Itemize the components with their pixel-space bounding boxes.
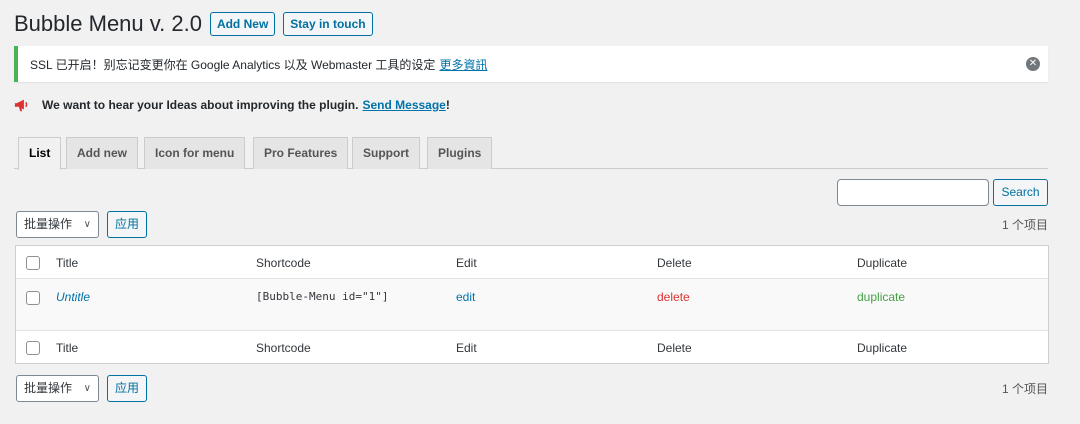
row-title-link[interactable]: Untitle: [56, 290, 90, 304]
tab-pro-features[interactable]: Pro Features: [253, 137, 349, 169]
tab-bar: List Add new Icon for menu Pro Features …: [14, 137, 1048, 170]
bulk-action-select[interactable]: 批量操作 ∨: [16, 211, 99, 238]
ideas-suffix: !: [445, 98, 450, 112]
tab-icon-for-menu[interactable]: Icon for menu: [144, 137, 246, 169]
menu-table: Title Shortcode Edit Delete Duplicate Un…: [15, 245, 1049, 364]
row-delete-link[interactable]: delete: [657, 290, 690, 304]
column-duplicate: Duplicate: [857, 256, 908, 270]
bulk-action-select-bottom[interactable]: 批量操作 ∨: [16, 375, 99, 402]
search-button[interactable]: Search: [993, 179, 1048, 206]
footer-column-edit: Edit: [456, 341, 477, 355]
row-shortcode: [Bubble-Menu id="1"]: [256, 290, 389, 303]
more-info-link[interactable]: 更多資訊: [439, 56, 487, 73]
apply-button-bottom[interactable]: 应用: [107, 375, 147, 402]
ssl-notice: SSL 已开启！别忘记变更你在 Google Analytics 以及 Webm…: [14, 46, 1048, 82]
footer-column-title[interactable]: Title: [56, 341, 78, 355]
column-edit: Edit: [456, 256, 477, 270]
send-message-link[interactable]: Send Message: [362, 98, 445, 112]
row-checkbox[interactable]: [26, 291, 40, 305]
footer-column-duplicate: Duplicate: [857, 341, 908, 355]
row-duplicate-link[interactable]: duplicate: [857, 290, 905, 304]
admin-page: Bubble Menu v. 2.0 Add New Stay in touch…: [0, 0, 1080, 424]
footer-column-delete: Delete: [657, 341, 692, 355]
column-shortcode: Shortcode: [256, 256, 311, 270]
bulk-actions-top: 批量操作 ∨ 应用: [16, 211, 147, 238]
tab-plugins[interactable]: Plugins: [427, 137, 493, 169]
tab-support[interactable]: Support: [352, 137, 420, 169]
item-count: 1 个项目: [1001, 218, 1048, 232]
table-footer: Title Shortcode Edit Delete Duplicate: [16, 330, 1048, 363]
chevron-down-icon: ∨: [83, 383, 91, 394]
stay-in-touch-button[interactable]: Stay in touch: [283, 12, 373, 36]
apply-button[interactable]: 应用: [107, 211, 147, 238]
bulk-action-label-bottom: 批量操作: [24, 381, 73, 395]
select-all-checkbox[interactable]: [26, 256, 40, 270]
search-input[interactable]: [837, 179, 989, 206]
item-count-bottom: 1 个项目: [1001, 382, 1048, 396]
table-row: Untitle [Bubble-Menu id="1"] edit delete…: [16, 279, 1048, 330]
column-title[interactable]: Title: [56, 256, 78, 270]
chevron-down-icon: ∨: [83, 219, 91, 230]
megaphone-icon: [14, 99, 28, 112]
row-edit-link[interactable]: edit: [456, 290, 475, 304]
notice-text: SSL 已开启！别忘记变更你在 Google Analytics 以及 Webm…: [30, 57, 436, 72]
bulk-action-label: 批量操作: [24, 217, 73, 231]
column-delete: Delete: [657, 256, 692, 270]
dismiss-icon[interactable]: ✕: [1026, 57, 1040, 71]
tab-list[interactable]: List: [18, 137, 62, 170]
page-title: Bubble Menu v. 2.0: [14, 11, 202, 36]
ideas-message: We want to hear your Ideas about improvi…: [14, 96, 450, 114]
select-all-checkbox-footer[interactable]: [26, 341, 40, 355]
page-header: Bubble Menu v. 2.0 Add New Stay in touch: [14, 10, 381, 38]
footer-column-shortcode: Shortcode: [256, 341, 311, 355]
add-new-button[interactable]: Add New: [209, 12, 276, 36]
table-header: Title Shortcode Edit Delete Duplicate: [16, 246, 1048, 279]
ideas-text: We want to hear your Ideas about improvi…: [42, 98, 359, 112]
tab-add-new[interactable]: Add new: [66, 137, 138, 169]
bulk-actions-bottom: 批量操作 ∨ 应用: [16, 375, 147, 402]
